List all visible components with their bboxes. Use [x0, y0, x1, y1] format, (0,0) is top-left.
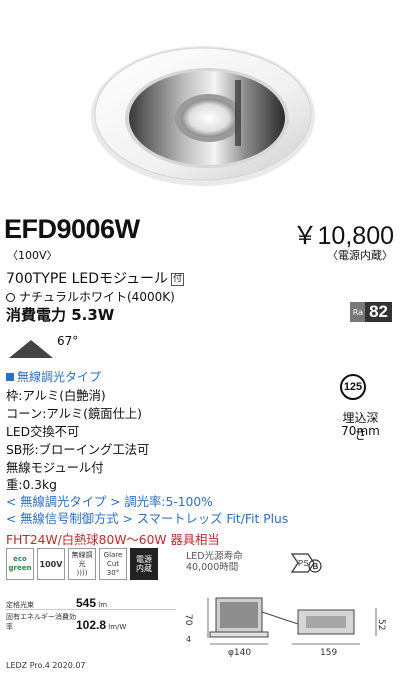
efficiency-row: 固有エネルギー消費効率 102.8 lm/W [6, 612, 126, 632]
power-consumption: 消費電力 5.3W [6, 306, 115, 324]
efficiency-value: 102.8 [76, 618, 107, 632]
spec-sb: SB形:ブローイング工法可 [6, 443, 150, 457]
pse-text: PS [298, 559, 309, 568]
color-temp: ナチュラルホワイト(4000K) [19, 290, 175, 304]
beam-angle-icon [9, 340, 53, 358]
spec-led-replace: LED交換不可 [6, 425, 80, 439]
divider [6, 609, 176, 610]
flux-value: 545 [76, 596, 97, 610]
color-temp-row: ナチュラルホワイト(4000K) [6, 288, 175, 305]
pse-mark-icon: PS B [290, 553, 322, 573]
spec-cone: コーン:アルミ(鏡面仕上) [6, 407, 142, 421]
spec-weight: 重:0.3kg [6, 478, 57, 492]
product-photo [91, 46, 315, 186]
dim-depth: 52 [376, 619, 386, 630]
model-number: EFD9006W [4, 214, 140, 244]
wireless-dimming-icon: 無線調光)))) [68, 548, 96, 580]
luminous-flux-row: 定格光束 545 lm [6, 596, 107, 610]
spec-dimming-rate: < 無線調光タイプ > 調光率:5-100% [6, 495, 213, 509]
eco-icon: eco green [6, 548, 34, 580]
footer-catalog: LEDZ Pro.4 2020.07 [6, 661, 86, 670]
module-type-row: 700TYPE LEDモジュール付 [6, 268, 185, 288]
beam-angle: 67° [57, 334, 79, 348]
option-circle-icon [6, 293, 15, 302]
efficiency-unit: lm/W [108, 623, 127, 631]
spec-control-method: < 無線信号制御方式 > スマートレッズ Fit/Fit Plus [6, 512, 289, 526]
dim-height: 70 [183, 614, 193, 626]
dim-width: 159 [320, 648, 337, 658]
price-note: 〈電源内蔵〉 [327, 249, 393, 262]
dimming-type-label: 無線調光タイプ [17, 370, 102, 384]
efficiency-label: 固有エネルギー消費効率 [6, 613, 76, 631]
dimming-type-heading: 無線調光タイプ [6, 368, 101, 385]
spec-equivalent: FHT24W/白熱球80W〜60W 器具相当 [6, 533, 220, 547]
dim-diameter: φ140 [228, 648, 251, 658]
voltage-icon: 100V [37, 548, 65, 580]
module-type: 700TYPE LEDモジュール [6, 271, 169, 287]
ra-value: 82 [365, 302, 392, 322]
depth-value: 70mm [341, 424, 380, 438]
led-life: LED光源寿命 40,000時間 [186, 551, 243, 573]
cutout-size-badge: 125 [340, 374, 366, 400]
ra-label: Ra [349, 302, 366, 322]
led-life-hours: 40,000時間 [186, 562, 239, 573]
feature-icons: eco green 100V 無線調光)))) Glare Cut 30° 電源 内蔵 [6, 548, 158, 582]
dim-flange: 4 [186, 635, 191, 644]
flux-unit: lm [98, 601, 108, 609]
dimension-diagram: 70 4 52 φ140 159 [183, 597, 386, 658]
spec-wireless-module: 無線モジュール付 [6, 461, 104, 475]
led-life-label: LED光源寿命 [186, 551, 243, 562]
included-badge: 付 [171, 273, 185, 286]
bullet-square-icon [6, 373, 14, 381]
ra-badge: Ra 82 [349, 302, 392, 322]
power-builtin-icon: 電源 内蔵 [130, 548, 158, 580]
glare-cut-icon: Glare Cut 30° [99, 548, 127, 580]
spec-frame: 枠:アルミ(白艶消) [6, 389, 106, 403]
pse-b: B [313, 562, 319, 571]
voltage-label: 〈100V〉 [7, 249, 58, 262]
